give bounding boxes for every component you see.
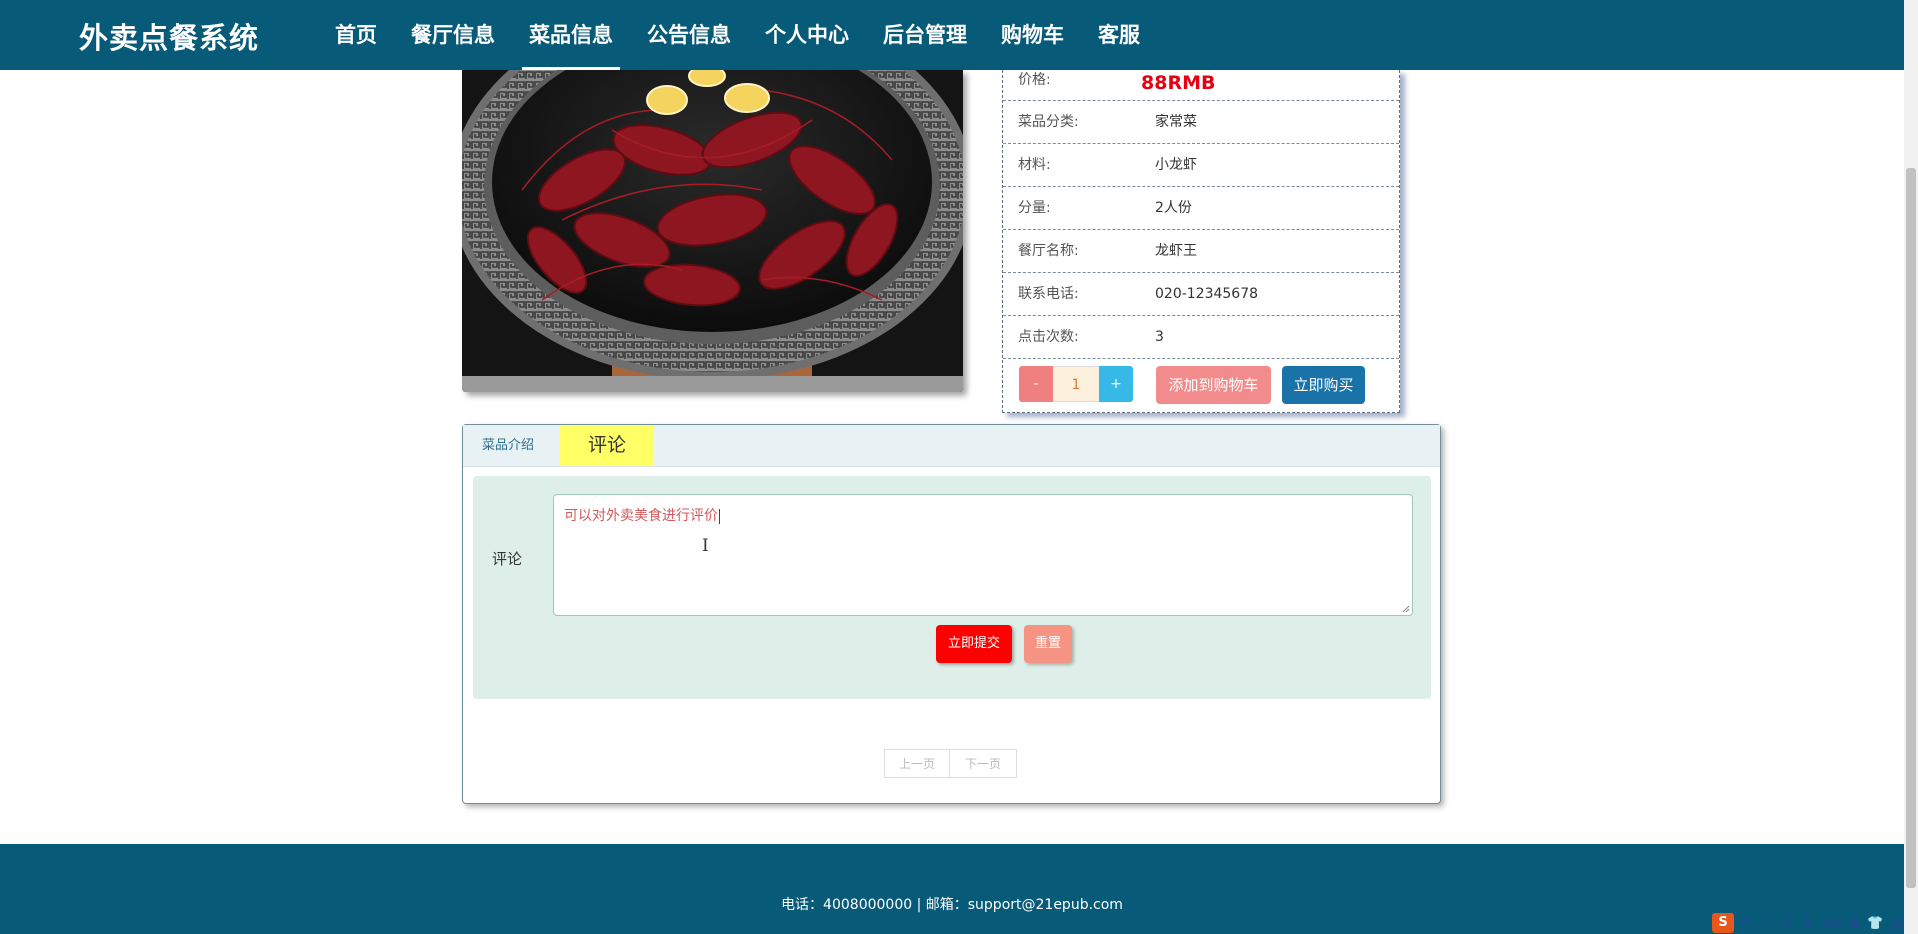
- sogou-ime-icon[interactable]: S: [1712, 913, 1734, 933]
- phone-value: 020-12345678: [1155, 286, 1259, 302]
- main-menu: 首页 餐厅信息 菜品信息 公告信息 个人中心 后台管理 购物车 客服: [318, 0, 1157, 70]
- resize-handle-icon[interactable]: [1402, 605, 1410, 613]
- comment-textarea[interactable]: 可以对外卖美食进行评价 I: [553, 494, 1413, 616]
- nav-dishes[interactable]: 菜品信息: [512, 0, 630, 70]
- restaurant-value: 龙虾王: [1155, 243, 1197, 259]
- info-row-restaurant: 餐厅名称: 龙虾王: [1003, 230, 1399, 273]
- nav-customer-service[interactable]: 客服: [1081, 0, 1157, 70]
- clicks-label: 点击次数:: [1018, 329, 1079, 345]
- quantity-stepper: - 1 +: [1019, 366, 1133, 402]
- punctuation-icon[interactable]: °,: [1761, 916, 1772, 931]
- nav-cart[interactable]: 购物车: [984, 0, 1081, 70]
- price-label: 价格:: [1018, 72, 1051, 88]
- nav-admin[interactable]: 后台管理: [866, 0, 984, 70]
- text-cursor-icon: I: [702, 536, 709, 556]
- scrollbar-thumb[interactable]: [1906, 168, 1916, 888]
- reset-button[interactable]: 重置: [1024, 625, 1072, 663]
- dish-image: [462, 70, 963, 392]
- info-row-phone: 联系电话: 020-12345678: [1003, 273, 1399, 316]
- tab-dish-intro[interactable]: 菜品介绍: [482, 425, 534, 466]
- top-navbar: 外卖点餐系统 首页 餐厅信息 菜品信息 公告信息 个人中心 后台管理 购物车 客…: [0, 0, 1904, 70]
- comment-form: 评论 可以对外卖美食进行评价 I 立即提交 重置: [473, 476, 1431, 699]
- material-label: 材料:: [1018, 157, 1051, 173]
- skin-icon[interactable]: 👕: [1867, 916, 1883, 931]
- phone-label: 联系电话:: [1018, 286, 1079, 302]
- info-row-material: 材料: 小龙虾: [1003, 144, 1399, 187]
- quantity-increase-button[interactable]: +: [1099, 366, 1133, 402]
- portion-value: 2人份: [1155, 200, 1192, 216]
- comment-value: 可以对外卖美食进行评价: [564, 508, 718, 524]
- price-value: 88RMB: [1141, 72, 1216, 94]
- footer: 电话：4008000000 | 邮箱：support@21epub.com: [0, 844, 1904, 934]
- tab-bar: 菜品介绍 评论: [463, 425, 1440, 467]
- category-value: 家常菜: [1155, 114, 1197, 130]
- toolbox-icon[interactable]: ▦: [1890, 916, 1902, 931]
- next-page-button[interactable]: 下一页: [949, 749, 1017, 778]
- detail-tab-panel: 菜品介绍 评论 评论 可以对外卖美食进行评价 I 立即提交 重置 上一页 下一页: [462, 424, 1441, 804]
- ime-language-label[interactable]: 中: [1741, 914, 1754, 933]
- app-title[interactable]: 外卖点餐系统: [79, 15, 259, 57]
- ime-toolbar: S 中 °, ☺ 🎙 ⌨ ☗ 👕 ▦: [1712, 912, 1918, 934]
- pagination: 上一页 下一页: [884, 749, 1017, 778]
- add-to-cart-button[interactable]: 添加到购物车: [1156, 366, 1271, 404]
- info-row-portion: 分量: 2人份: [1003, 187, 1399, 230]
- footer-contact: 电话：4008000000 | 邮箱：support@21epub.com: [781, 897, 1123, 913]
- microphone-icon[interactable]: 🎙: [1799, 916, 1816, 931]
- comment-label: 评论: [492, 550, 523, 568]
- nav-restaurants[interactable]: 餐厅信息: [394, 0, 512, 70]
- restaurant-label: 餐厅名称:: [1018, 243, 1079, 259]
- submit-button[interactable]: 立即提交: [936, 625, 1012, 663]
- nav-home[interactable]: 首页: [318, 0, 394, 70]
- material-value: 小龙虾: [1155, 157, 1197, 173]
- page-scrollbar[interactable]: [1904, 0, 1918, 934]
- nav-announcements[interactable]: 公告信息: [630, 0, 748, 70]
- buy-now-button[interactable]: 立即购买: [1282, 366, 1365, 404]
- prev-page-button[interactable]: 上一页: [884, 749, 950, 778]
- quantity-input[interactable]: 1: [1053, 366, 1099, 402]
- nav-user-center[interactable]: 个人中心: [748, 0, 866, 70]
- user-icon[interactable]: ☗: [1849, 916, 1861, 931]
- product-info-table: 价格: 88RMB 菜品分类: 家常菜 材料: 小龙虾 分量: 2人份 餐厅名称…: [1002, 70, 1400, 413]
- keyboard-icon[interactable]: ⌨: [1823, 916, 1842, 931]
- emoji-icon[interactable]: ☺: [1779, 916, 1793, 931]
- portion-label: 分量:: [1018, 200, 1051, 216]
- info-row-category: 菜品分类: 家常菜: [1003, 101, 1399, 144]
- comment-text: 可以对外卖美食进行评价: [564, 505, 720, 525]
- category-label: 菜品分类:: [1018, 114, 1079, 130]
- info-row-clicks: 点击次数: 3: [1003, 316, 1399, 359]
- price-row: 价格: 88RMB: [1003, 70, 1399, 101]
- text-caret: [719, 508, 720, 524]
- quantity-decrease-button[interactable]: -: [1019, 366, 1053, 402]
- clicks-value: 3: [1155, 329, 1164, 345]
- tab-comment[interactable]: 评论: [560, 425, 654, 466]
